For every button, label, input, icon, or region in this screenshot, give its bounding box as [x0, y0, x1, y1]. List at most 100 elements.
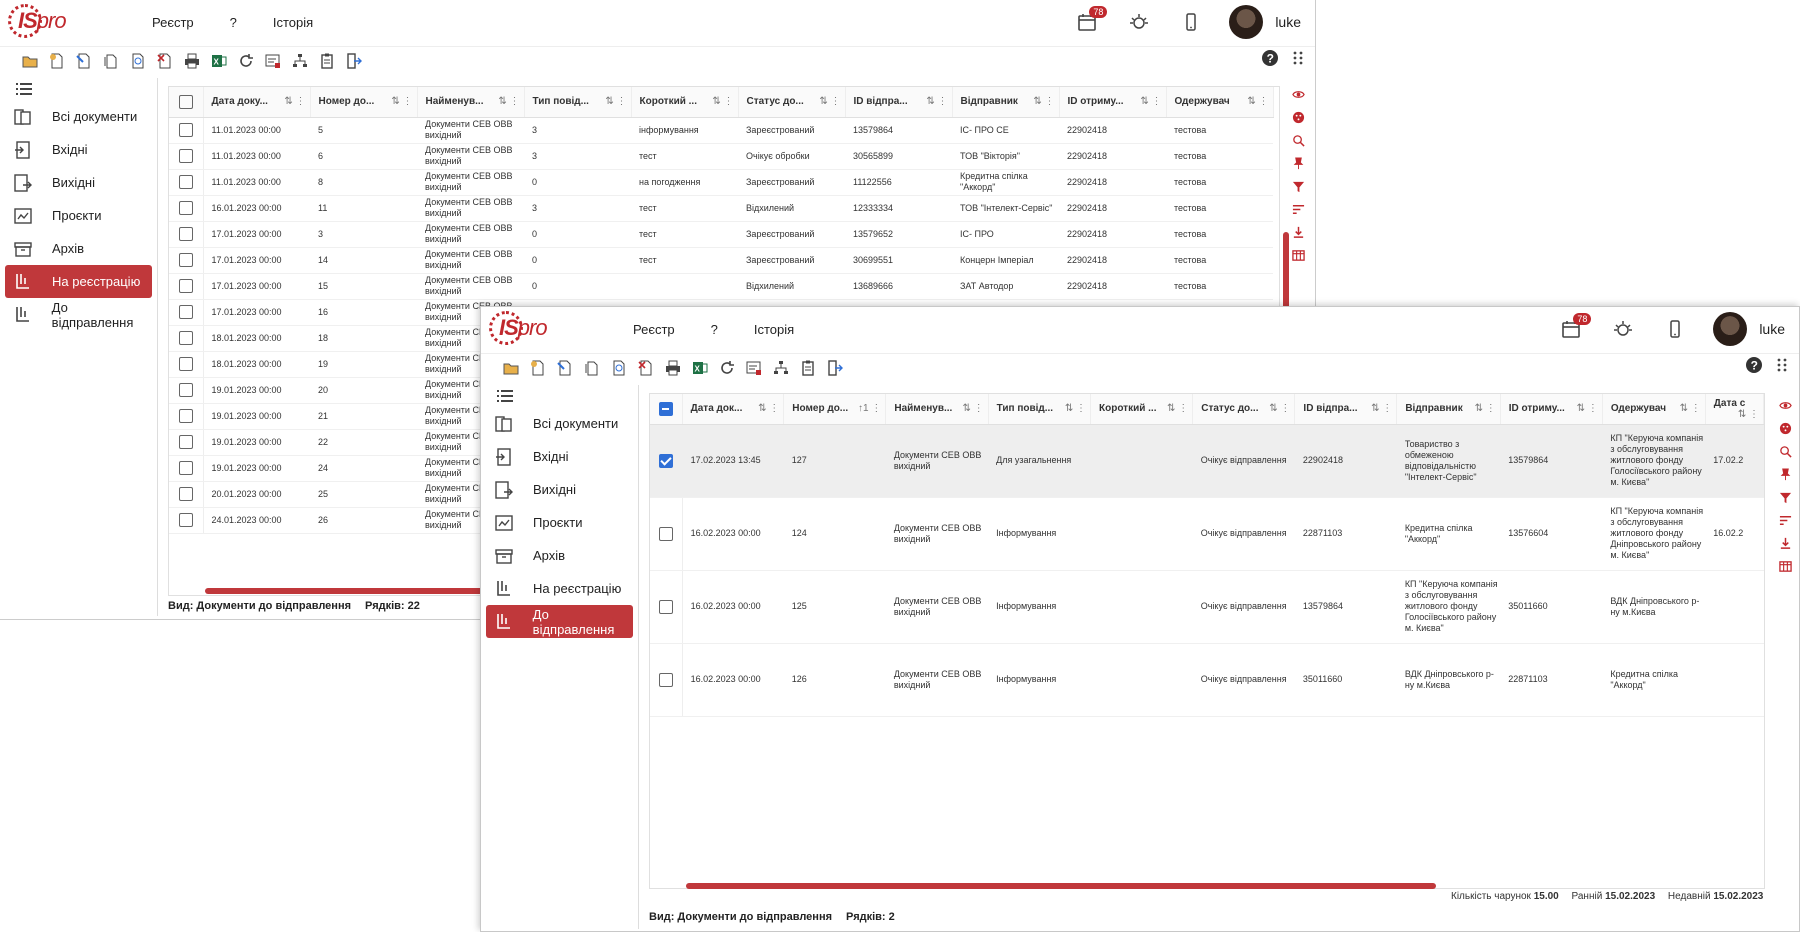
print-icon[interactable]	[659, 355, 686, 381]
sort-icon[interactable]: ⇅ ⋮	[712, 96, 733, 107]
excel-export-icon[interactable]: X	[686, 355, 713, 381]
row-checkbox[interactable]	[169, 351, 204, 378]
menu-registry[interactable]: Реєстр	[615, 322, 693, 337]
sort-icon[interactable]: ⇅ ⋮	[1680, 403, 1701, 414]
sidebar-item-all-documents[interactable]: Всі документи	[5, 100, 152, 133]
copy-document-icon[interactable]	[97, 48, 124, 74]
select-all-checkbox[interactable]	[169, 87, 204, 118]
refresh-icon[interactable]	[713, 355, 740, 381]
row-checkbox[interactable]	[169, 377, 204, 404]
row-checkbox[interactable]	[169, 455, 204, 482]
sidebar-item-projects[interactable]: Проєкти	[5, 199, 152, 232]
table-row[interactable]: 17.02.2023 13:45 127 Документи СЕВ ОВВ вих…	[650, 424, 1764, 498]
row-checkbox[interactable]	[169, 325, 204, 352]
sort-icon[interactable]: ⇅ ⋮	[498, 96, 519, 107]
sort-icon[interactable]: ⇅ ⋮	[1371, 403, 1392, 414]
column-header-number[interactable]: Номер до... ⇅ ⋮	[310, 87, 418, 118]
column-header-sender[interactable]: Відправник ⇅ ⋮	[1396, 394, 1501, 425]
row-checkbox[interactable]	[650, 570, 683, 644]
sort-icon[interactable]: ⇅ ⋮	[758, 403, 779, 414]
columns-icon[interactable]	[1778, 560, 1792, 578]
sort-icon[interactable]: ⇅ ⋮	[284, 96, 305, 107]
sidebar-item-incoming[interactable]: Вхідні	[5, 133, 152, 166]
eye-icon[interactable]	[1291, 88, 1305, 106]
view-document-icon[interactable]	[124, 48, 151, 74]
copy-document-icon[interactable]	[578, 355, 605, 381]
table-row[interactable]: 16.02.2023 00:00 125 Документи СЕВ ОВВ вих…	[650, 570, 1764, 644]
menu-registry[interactable]: Реєстр	[134, 15, 212, 30]
hierarchy-icon[interactable]	[286, 48, 313, 74]
column-header-recipient[interactable]: Одержувач ⇅ ⋮	[1166, 87, 1274, 118]
sort-icon[interactable]: ↑1 ⋮	[858, 403, 881, 414]
column-header-short[interactable]: Короткий ... ⇅ ⋮	[631, 87, 739, 118]
sort-icon[interactable]: ⇅ ⋮	[1140, 96, 1161, 107]
sidebar-item-all-documents[interactable]: Всі документи	[486, 407, 633, 440]
sidebar-item-to-send[interactable]: До відправлення	[486, 605, 633, 638]
table-row[interactable]: 11.01.2023 00:00 6 Документи СЕВ ОВВ вихід…	[169, 143, 1273, 170]
column-header-type[interactable]: Тип повід... ⇅ ⋮	[524, 87, 632, 118]
horizontal-scrollbar[interactable]	[686, 883, 1436, 889]
row-checkbox[interactable]	[169, 299, 204, 326]
column-header-send-date[interactable]: Дата с ⇅ ⋮	[1705, 394, 1764, 425]
filter-icon[interactable]	[1779, 491, 1792, 509]
filter-icon[interactable]	[1292, 180, 1305, 198]
ispro-logo[interactable]: ISpro	[489, 309, 559, 349]
row-checkbox[interactable]	[169, 143, 204, 170]
table-row[interactable]: 11.01.2023 00:00 5 Документи СЕВ ОВВ вихід…	[169, 117, 1273, 144]
column-header-name[interactable]: Найменув... ⇅ ⋮	[417, 87, 525, 118]
list-toggle-icon[interactable]	[497, 389, 513, 403]
sort-icon[interactable]: ⇅ ⋮	[1033, 96, 1054, 107]
select-all-checkbox[interactable]	[650, 394, 683, 425]
report-icon[interactable]	[259, 48, 286, 74]
column-header-number[interactable]: Номер до... ↑1 ⋮	[783, 394, 887, 425]
row-checkbox[interactable]	[169, 403, 204, 430]
sort-icon[interactable]: ⇅ ⋮	[1269, 403, 1290, 414]
columns-icon[interactable]	[1291, 249, 1305, 267]
user-name[interactable]: luke	[1275, 14, 1301, 30]
row-checkbox[interactable]	[650, 643, 683, 717]
avatar[interactable]	[1229, 5, 1264, 39]
add-document-icon[interactable]	[43, 48, 70, 74]
sort-icon[interactable]: ⇅ ⋮	[1167, 403, 1188, 414]
row-checkbox[interactable]	[169, 429, 204, 456]
menu-help[interactable]: ?	[693, 322, 736, 337]
table-row[interactable]: 16.02.2023 00:00 124 Документи СЕВ ОВВ вих…	[650, 497, 1764, 571]
sort-lines-icon[interactable]	[1779, 514, 1792, 532]
column-header-name[interactable]: Найменув... ⇅ ⋮	[885, 394, 989, 425]
sidebar-item-to-send[interactable]: До відправлення	[5, 298, 152, 331]
column-header-sender-id[interactable]: ID відпра... ⇅ ⋮	[845, 87, 953, 118]
ispro-logo[interactable]: ISpro	[8, 2, 78, 42]
exit-icon[interactable]	[340, 48, 367, 74]
open-folder-icon[interactable]	[16, 48, 43, 74]
row-checkbox[interactable]	[169, 481, 204, 508]
sort-icon[interactable]: ⇅ ⋮	[1475, 403, 1496, 414]
delete-document-icon[interactable]	[151, 48, 178, 74]
open-folder-icon[interactable]	[497, 355, 524, 381]
table-row[interactable]: 16.01.2023 00:00 11 Документи СЕВ ОВВ вихі…	[169, 195, 1273, 222]
clipboard-icon[interactable]	[313, 48, 340, 74]
column-header-sender-id[interactable]: ID відпра... ⇅ ⋮	[1294, 394, 1398, 425]
edit-document-icon[interactable]	[70, 48, 97, 74]
sort-icon[interactable]: ⇅ ⋮	[1577, 403, 1598, 414]
sidebar-item-registration[interactable]: На реєстрацію	[5, 265, 152, 298]
phone-icon[interactable]	[1649, 311, 1701, 347]
table-row[interactable]: 16.02.2023 00:00 126 Документи СЕВ ОВВ вих…	[650, 643, 1764, 717]
refresh-icon[interactable]	[232, 48, 259, 74]
sidebar-item-outgoing[interactable]: Вихідні	[5, 166, 152, 199]
row-checkbox[interactable]	[169, 247, 204, 274]
table-row[interactable]: 17.01.2023 00:00 14 Документи СЕВ ОВВ вихі…	[169, 247, 1273, 274]
view-document-icon[interactable]	[605, 355, 632, 381]
phone-icon[interactable]	[1165, 4, 1217, 40]
row-checkbox[interactable]	[650, 497, 683, 571]
sort-icon[interactable]: ⇅ ⋮	[962, 403, 983, 414]
row-checkbox[interactable]	[169, 195, 204, 222]
pin-icon[interactable]	[1779, 468, 1792, 486]
row-checkbox[interactable]	[650, 424, 683, 498]
user-name[interactable]: luke	[1759, 321, 1785, 337]
column-header-recipient-id[interactable]: ID отриму... ⇅ ⋮	[1500, 394, 1603, 425]
sort-icon[interactable]: ⇅ ⋮	[391, 96, 412, 107]
eye-icon[interactable]	[1778, 399, 1792, 417]
sort-icon[interactable]: ⇅ ⋮	[1738, 409, 1759, 420]
menu-help[interactable]: ?	[212, 15, 255, 30]
sidebar-item-archive[interactable]: Архів	[5, 232, 152, 265]
